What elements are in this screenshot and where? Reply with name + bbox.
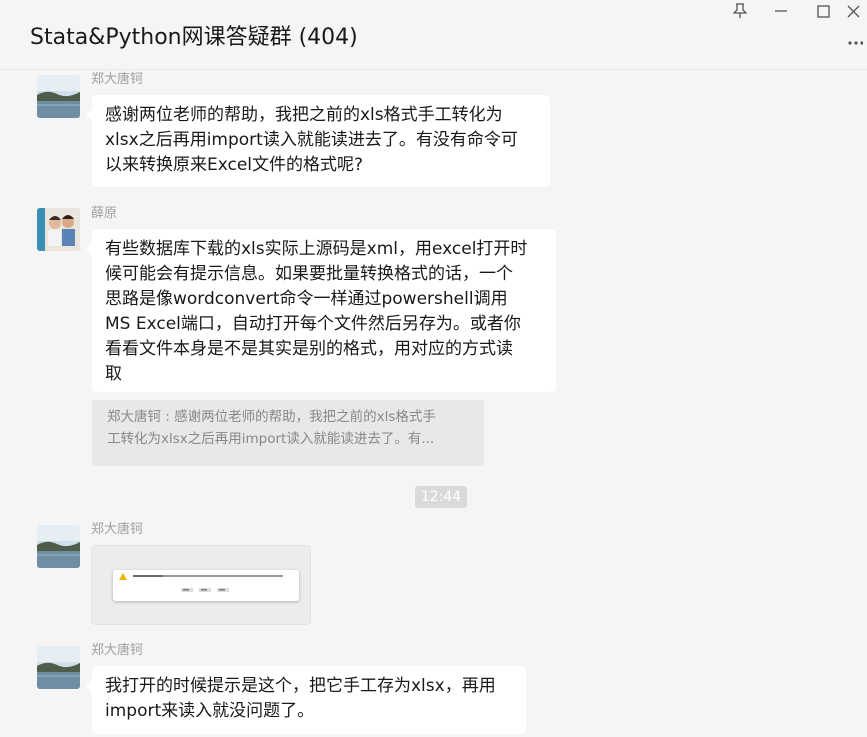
pin-icon[interactable] xyxy=(720,0,760,22)
message-line: 思路是像wordconvert命令一样通过powershell调用 xyxy=(105,289,508,309)
message-line: 感谢两位老师的帮助，我把之前的xls格式手工转化为 xyxy=(105,105,503,125)
quote-line: 郑大唐钶 : 感谢两位老师的帮助，我把之前的xls格式手 xyxy=(107,409,436,425)
message-line: 以来转换原来Excel文件的格式呢? xyxy=(105,155,364,175)
image-thumbnail xyxy=(113,570,299,601)
sender-name: 郑大唐钶 xyxy=(91,522,144,537)
sender-name: 郑大唐钶 xyxy=(91,72,144,87)
avatar[interactable] xyxy=(37,525,80,568)
chat-header: Stata&Python网课答疑群 (404) xyxy=(0,0,867,70)
message-line: 我打开的时候提示是这个，把它手工存为xlsx，再用 xyxy=(105,676,496,696)
message-line: xlsx之后再用import读入就能读进去了。有没有命令可 xyxy=(105,130,518,150)
message-line: 取 xyxy=(105,364,122,384)
quoted-reply[interactable]: 郑大唐钶 : 感谢两位老师的帮助，我把之前的xls格式手 工转化为xlsx之后再… xyxy=(92,400,484,466)
message-line: 有些数据库下载的xls实际上源码是xml，用excel打开时 xyxy=(105,239,528,259)
message-line: import来读入就没问题了。 xyxy=(105,701,315,721)
sender-name: 薛原 xyxy=(91,206,118,221)
sender-name: 郑大唐钶 xyxy=(91,643,144,658)
avatar[interactable] xyxy=(37,646,80,689)
image-message[interactable] xyxy=(91,545,311,625)
message-line: MS Excel端口，自动打开每个文件然后另存为。或者你 xyxy=(105,314,521,334)
quote-line: 工转化为xlsx之后再用import读入就能读进去了。有... xyxy=(107,431,435,447)
chat-title: Stata&Python网课答疑群 (404) xyxy=(30,25,358,50)
minimize-icon[interactable] xyxy=(761,0,801,22)
more-icon[interactable] xyxy=(847,36,867,56)
message-bubble[interactable]: 感谢两位老师的帮助，我把之前的xls格式手工转化为 xlsx之后再用import… xyxy=(86,95,550,187)
close-icon[interactable] xyxy=(840,0,867,22)
message-line: 候可能会有提示信息。如果要批量转换格式的话，一个 xyxy=(105,264,513,284)
message-bubble[interactable]: 有些数据库下载的xls实际上源码是xml，用excel打开时 候可能会有提示信息… xyxy=(86,229,556,392)
avatar[interactable] xyxy=(37,75,80,118)
avatar[interactable] xyxy=(37,208,80,251)
message-line: 看看文件本身是不是其实是别的格式，用对应的方式读 xyxy=(105,339,513,359)
message-bubble[interactable]: 我打开的时候提示是这个，把它手工存为xlsx，再用 import来读入就没问题了… xyxy=(86,666,526,734)
maximize-icon[interactable] xyxy=(803,0,843,22)
timestamp: 12:44 xyxy=(415,486,467,508)
